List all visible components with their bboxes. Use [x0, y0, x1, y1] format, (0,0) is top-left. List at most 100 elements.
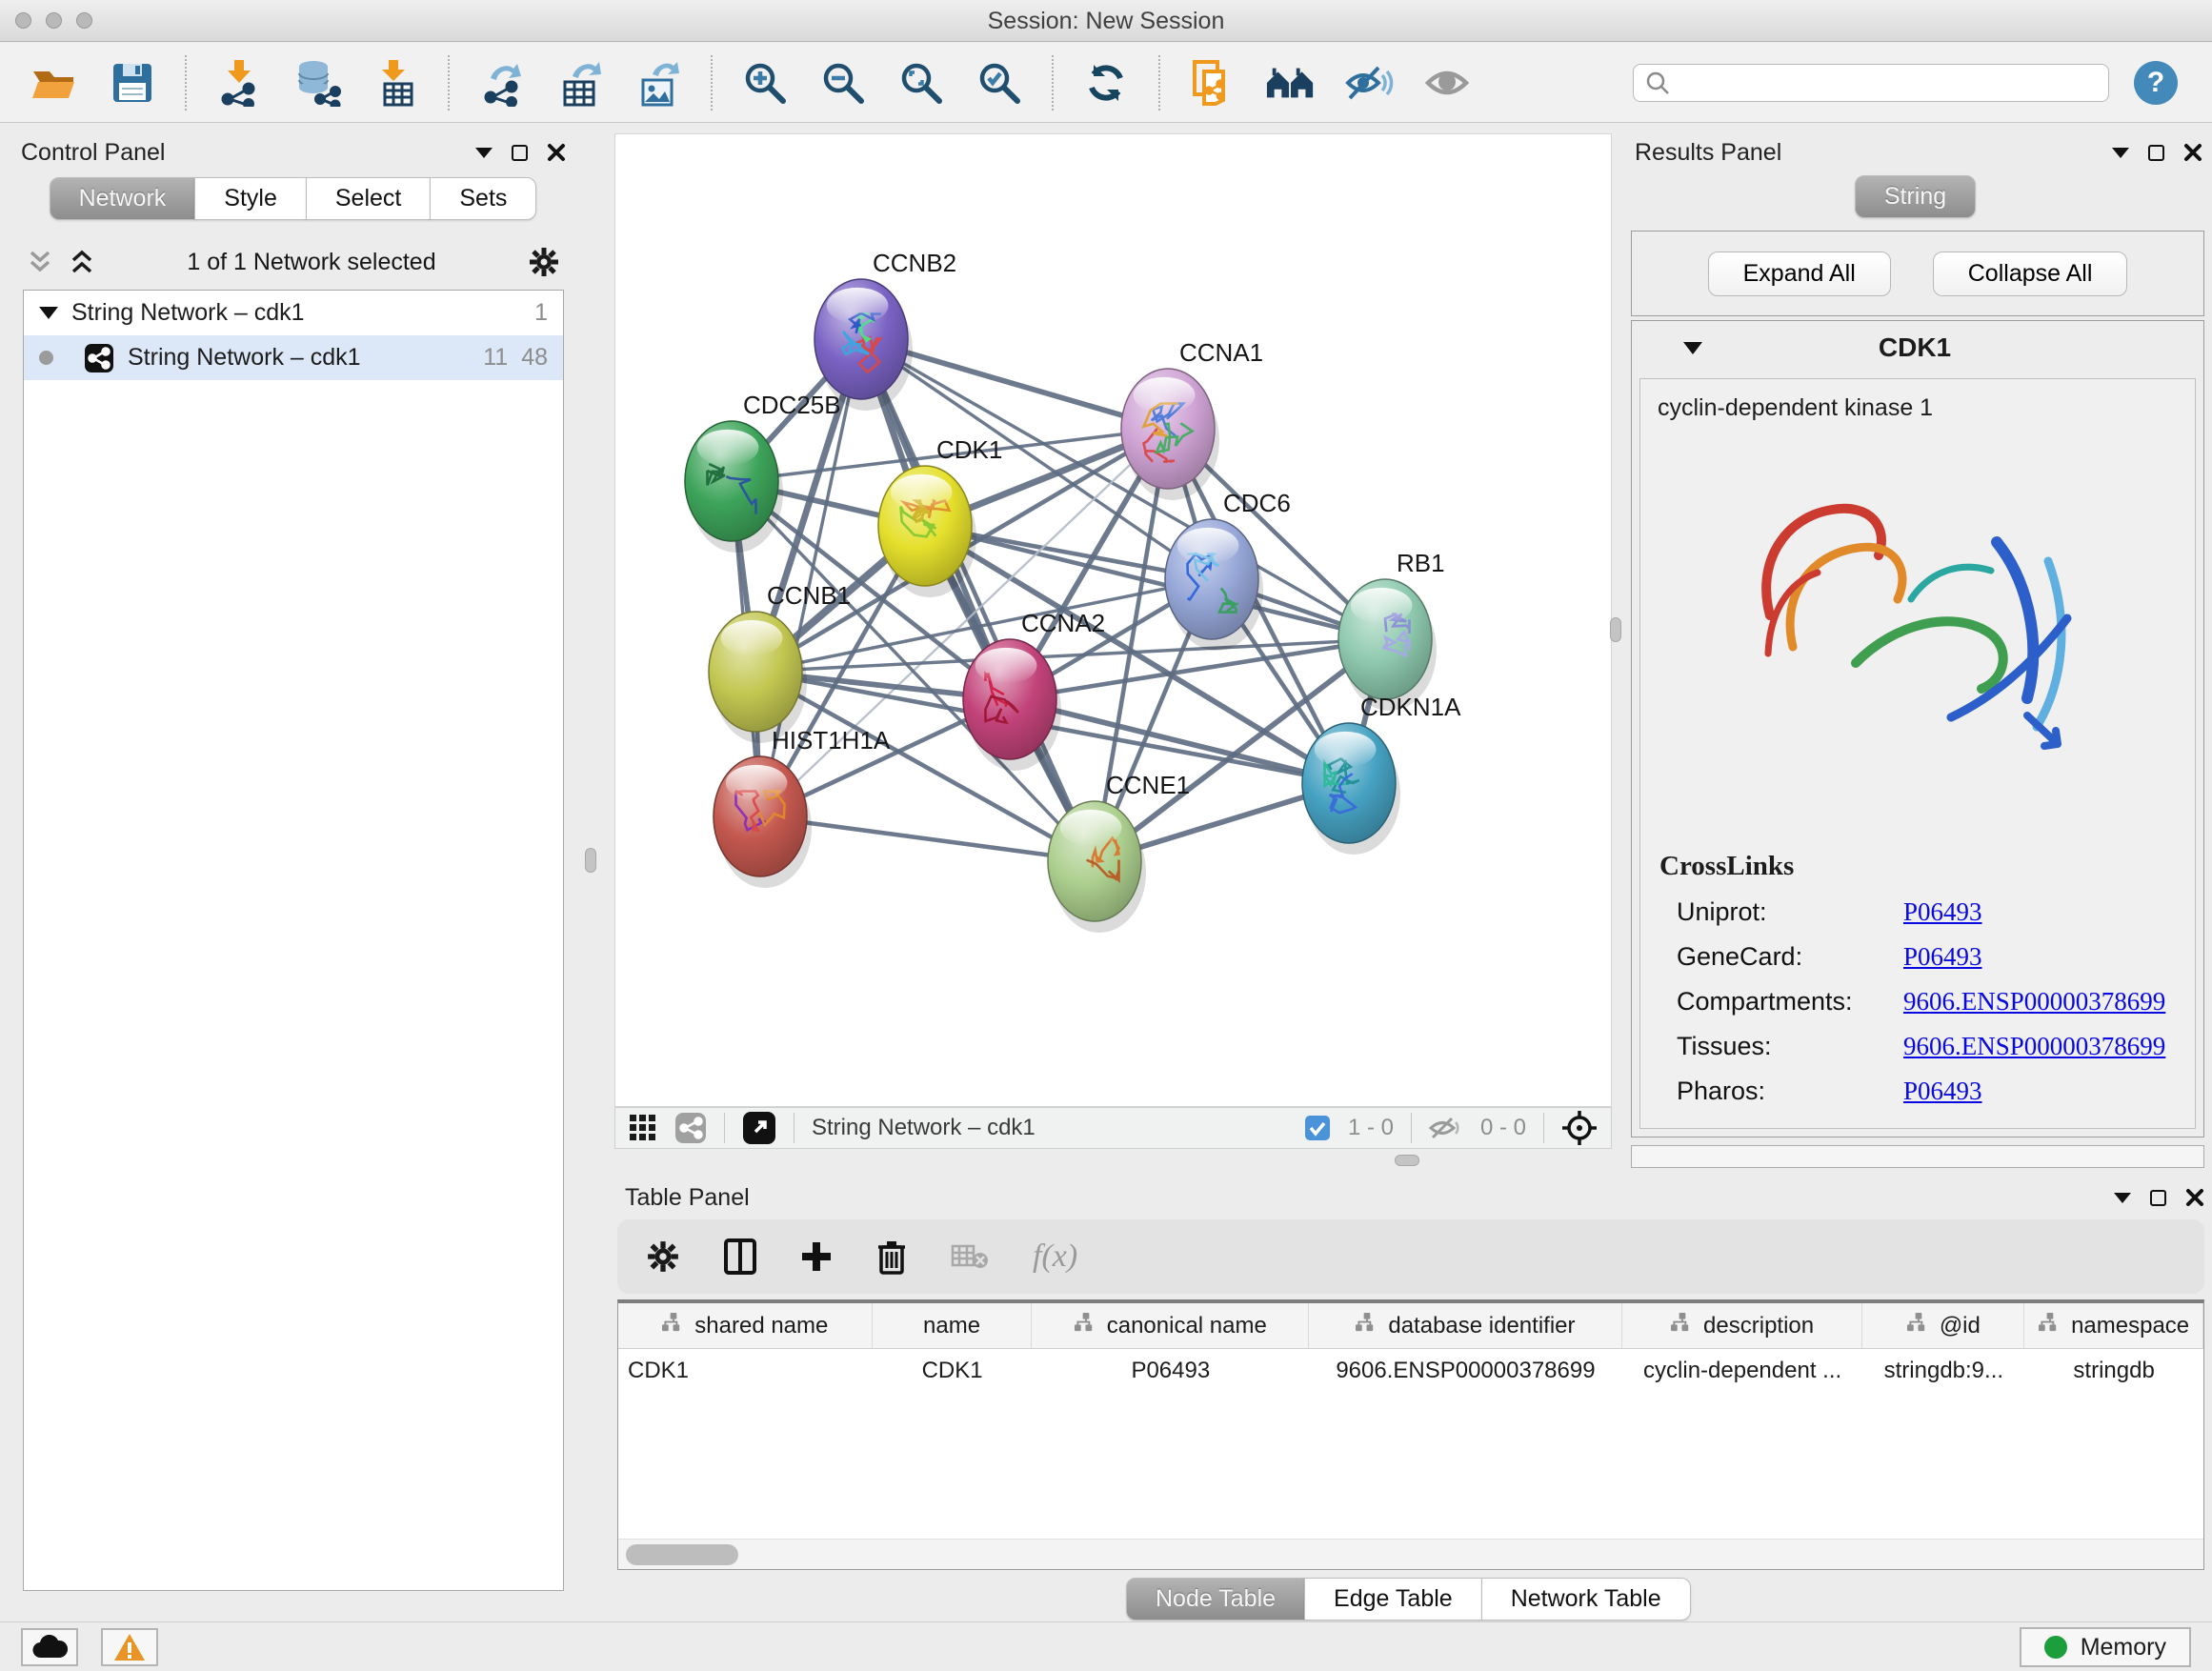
zoom-fit-button[interactable] [895, 57, 947, 109]
crosslink-link[interactable]: P06493 [1903, 1077, 1982, 1106]
export-network-button[interactable] [476, 57, 528, 109]
table-horizontal-scrollbar[interactable] [618, 1539, 2203, 1569]
node-gloss-highlight [1060, 810, 1122, 846]
collapse-all-icon[interactable] [27, 249, 53, 275]
network-node-ccna1[interactable]: CCNA1 [1121, 338, 1263, 500]
column-header-namespace[interactable]: namespace [2024, 1303, 2203, 1348]
cloud-status-button[interactable] [21, 1628, 78, 1666]
panel-float-icon[interactable] [2148, 145, 2164, 161]
tab-node-table[interactable]: Node Table [1126, 1578, 1305, 1621]
show-columns-icon[interactable] [724, 1238, 756, 1275]
column-header-description[interactable]: description [1622, 1303, 1863, 1348]
gear-icon[interactable] [528, 246, 560, 278]
export-image-button[interactable] [633, 57, 684, 109]
function-builder-icon[interactable]: f(x) [1033, 1238, 1077, 1275]
tab-sets[interactable]: Sets [430, 177, 536, 220]
splitter-handle[interactable] [1395, 1155, 1419, 1166]
birdseye-crosshair-icon[interactable] [1561, 1110, 1598, 1146]
tab-network-table[interactable]: Network Table [1481, 1578, 1691, 1621]
help-button[interactable]: ? [2134, 61, 2178, 105]
column-header-name[interactable]: name [873, 1303, 1033, 1348]
column-header-shared-name[interactable]: shared name [618, 1303, 873, 1348]
network-graph[interactable]: CCNB2CCNA1CDC25BCDK1CDC6RB1CCNB1CCNA2CDK… [615, 134, 1611, 1106]
delete-table-icon[interactable] [951, 1242, 989, 1271]
detach-view-icon[interactable] [742, 1111, 776, 1145]
panel-close-icon[interactable] [2183, 143, 2202, 162]
collapse-triangle-icon[interactable] [39, 307, 58, 319]
network-node-ccnb2[interactable]: CCNB2 [814, 249, 956, 411]
refresh-button[interactable] [1080, 57, 1132, 109]
network-node-cdc6[interactable]: CDC6 [1165, 489, 1291, 651]
collapse-triangle-icon[interactable] [1683, 342, 1702, 354]
crosslink-link[interactable]: 9606.ENSP00000378699 [1903, 1032, 2165, 1061]
network-node-ccne1[interactable]: CCNE1 [1048, 771, 1190, 933]
table-row[interactable]: CDK1CDK1P064939606.ENSP00000378699cyclin… [618, 1349, 2203, 1393]
crosslink-link[interactable]: 9606.ENSP00000378699 [1903, 987, 2165, 1017]
crosslink-link[interactable]: P06493 [1903, 942, 1982, 972]
panel-menu-icon[interactable] [2114, 1193, 2131, 1203]
network-row[interactable]: String Network – cdk1 11 48 [24, 335, 563, 380]
table-cell[interactable]: P06493 [1032, 1358, 1309, 1384]
splitter-handle[interactable] [585, 848, 596, 873]
network-node-ccnb1[interactable]: CCNB1 [709, 581, 851, 743]
table-settings-gear-icon[interactable] [646, 1239, 680, 1274]
show-all-button[interactable] [1421, 57, 1473, 109]
network-node-rb1[interactable]: RB1 [1338, 549, 1445, 711]
zoom-selected-button[interactable] [974, 57, 1025, 109]
tab-network[interactable]: Network [50, 177, 196, 220]
first-neighbors-button[interactable] [1265, 57, 1317, 109]
network-edge[interactable] [760, 429, 1168, 816]
network-view-icon[interactable] [674, 1112, 707, 1144]
network-node-hist1h1a[interactable]: HIST1H1A [714, 726, 891, 888]
open-file-button[interactable] [29, 57, 80, 109]
expand-all-button[interactable]: Expand All [1708, 252, 1891, 296]
memory-button[interactable]: Memory [2020, 1627, 2191, 1667]
panel-float-icon[interactable] [512, 145, 528, 161]
save-session-button[interactable] [107, 57, 158, 109]
tab-string[interactable]: String [1855, 175, 1976, 218]
panel-menu-icon[interactable] [475, 148, 493, 158]
network-node-cdkn1a[interactable]: CDKN1A [1302, 693, 1461, 855]
table-cell[interactable]: cyclin-dependent ... [1622, 1358, 1863, 1384]
selected-checkbox-icon[interactable] [1304, 1115, 1331, 1141]
splitter-handle[interactable] [1610, 617, 1621, 642]
add-column-icon[interactable] [800, 1240, 833, 1273]
warning-status-button[interactable] [101, 1628, 158, 1666]
network-canvas[interactable]: CCNB2CCNA1CDC25BCDK1CDC6RB1CCNB1CCNA2CDK… [614, 133, 1612, 1107]
scrollbar-thumb[interactable] [626, 1544, 738, 1565]
panel-float-icon[interactable] [2150, 1190, 2166, 1206]
column-header-canonical-name[interactable]: canonical name [1032, 1303, 1309, 1348]
panel-menu-icon[interactable] [2112, 148, 2129, 158]
delete-column-trash-icon[interactable] [876, 1238, 907, 1275]
collapse-all-button[interactable]: Collapse All [1933, 252, 2128, 296]
hidden-eye-icon[interactable] [1429, 1115, 1463, 1141]
table-cell[interactable]: stringdb [2024, 1358, 2203, 1384]
tab-style[interactable]: Style [194, 177, 307, 220]
grid-view-icon[interactable] [629, 1114, 657, 1142]
network-collection-row[interactable]: String Network – cdk1 1 [24, 291, 563, 335]
tab-edge-table[interactable]: Edge Table [1304, 1578, 1482, 1621]
table-cell[interactable]: stringdb:9... [1862, 1358, 2024, 1384]
table-cell[interactable]: CDK1 [873, 1358, 1033, 1384]
export-table-button[interactable] [554, 57, 606, 109]
panel-close-icon[interactable] [547, 143, 566, 162]
clone-network-button[interactable] [1187, 57, 1238, 109]
import-table-file-button[interactable] [370, 57, 421, 109]
import-network-database-button[interactable] [292, 57, 343, 109]
import-network-file-button[interactable] [213, 57, 265, 109]
panel-close-icon[interactable] [2185, 1188, 2204, 1207]
table-cell[interactable]: CDK1 [618, 1358, 873, 1384]
tab-select[interactable]: Select [306, 177, 431, 220]
expand-all-icon[interactable] [69, 249, 95, 275]
column-header-id[interactable]: @id [1862, 1303, 2024, 1348]
hide-selected-button[interactable] [1343, 57, 1395, 109]
network-status-dot [39, 351, 53, 365]
column-header-database-identifier[interactable]: database identifier [1309, 1303, 1622, 1348]
results-scrollbar[interactable] [1631, 1145, 2204, 1168]
table-cell[interactable]: 9606.ENSP00000378699 [1309, 1358, 1622, 1384]
crosslink-link[interactable]: P06493 [1903, 897, 1982, 927]
search-input[interactable] [1679, 69, 2108, 97]
zoom-out-button[interactable] [817, 57, 869, 109]
zoom-in-button[interactable] [739, 57, 791, 109]
search-box[interactable] [1633, 64, 2109, 102]
